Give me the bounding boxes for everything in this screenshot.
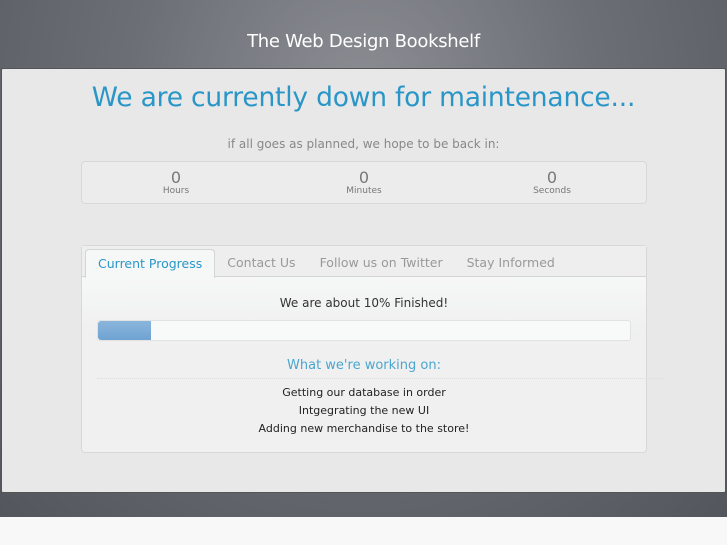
page-title: We are currently down for maintenance... — [91, 82, 636, 113]
progress-fill — [98, 321, 152, 340]
tab-box: Current Progress Contact Us Follow us on… — [81, 245, 663, 453]
countdown-hours: 0 Hours — [82, 162, 270, 203]
progress-bar — [97, 320, 631, 341]
site-title: The Web Design Bookshelf — [247, 31, 480, 52]
hours-value: 0 — [170, 168, 182, 187]
tab-current-progress[interactable]: Current Progress — [85, 249, 216, 278]
divider — [97, 378, 663, 379]
countdown-minutes: 0 Minutes — [270, 162, 458, 203]
tab-stay-informed[interactable]: Stay Informed — [455, 249, 567, 277]
countdown-seconds: 0 Seconds — [458, 162, 646, 203]
minutes-value: 0 — [358, 168, 370, 187]
maintenance-panel: We are currently down for maintenance...… — [1, 68, 726, 493]
seconds-value: 0 — [546, 168, 558, 187]
list-item: Adding new merchandise to the store! — [258, 422, 470, 435]
working-list: Getting our database in order Intgegrati… — [82, 384, 646, 438]
list-item: Getting our database in order — [282, 386, 446, 399]
list-item: Intgegrating the new UI — [298, 404, 430, 417]
tab-bar: Current Progress Contact Us Follow us on… — [82, 246, 646, 278]
minutes-label: Minutes — [346, 186, 382, 196]
tab-contact-us[interactable]: Contact Us — [215, 249, 307, 277]
countdown: 0 Hours 0 Minutes 0 Seconds — [81, 161, 647, 204]
working-title: What we're working on: — [287, 358, 441, 373]
hours-label: Hours — [162, 186, 190, 196]
progress-text: We are about 10% Finished! — [279, 296, 449, 310]
tab-follow-twitter[interactable]: Follow us on Twitter — [308, 249, 455, 277]
subtitle: if all goes as planned, we hope to be ba… — [227, 137, 500, 151]
seconds-label: Seconds — [533, 186, 571, 196]
header-background: The Web Design Bookshelf We are currentl… — [0, 0, 727, 517]
